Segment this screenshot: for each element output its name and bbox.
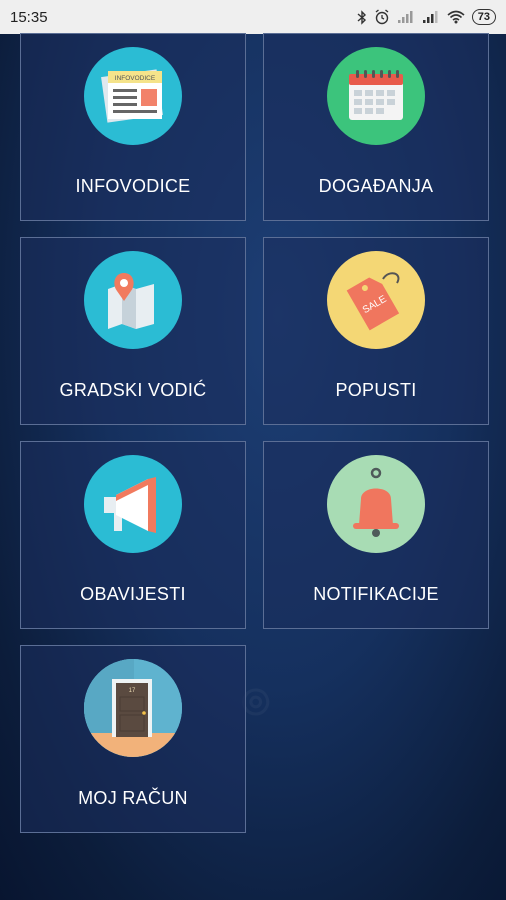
newspaper-icon: INFOVODICE [84, 47, 182, 145]
signal-icon [397, 10, 415, 24]
door-number-text: 17 [129, 688, 136, 694]
tile-obavijesti[interactable]: OBAVIJESTI [20, 441, 246, 629]
tile-notifikacije[interactable]: NOTIFIKACIJE [263, 441, 489, 629]
tile-label-infovodice: INFOVODICE [75, 176, 191, 196]
bluetooth-icon [357, 9, 367, 25]
tile-label-notifikacije: NOTIFIKACIJE [313, 584, 439, 604]
battery-icon: 73 [471, 9, 496, 25]
megaphone-icon [84, 455, 182, 553]
tile-label-popusti: POPUSTI [335, 380, 417, 400]
door-icon: 17 [84, 659, 182, 757]
infovodice-icon-text: INFOVODICE [115, 75, 156, 82]
bell-icon [327, 455, 425, 553]
tile-popusti[interactable]: SALE POPUSTI [263, 237, 489, 425]
tile-label-moj-racun: MOJ RAČUN [78, 788, 188, 808]
alarm-icon [374, 9, 390, 25]
calendar-icon [327, 47, 425, 145]
tile-label-gradski-vodic: GRADSKI VODIĆ [59, 380, 207, 400]
status-time: 15:35 [10, 8, 48, 26]
status-bar: 15:35 73 [0, 0, 506, 34]
tile-label-dogadanja: DOGAĐANJA [318, 176, 434, 196]
tile-moj-racun[interactable]: 17 MOJ RAČUN [20, 645, 246, 833]
map-pin-icon [84, 251, 182, 349]
signal-icon [422, 10, 440, 24]
tile-dogadanja[interactable]: DOGAĐANJA [263, 33, 489, 221]
wifi-icon [447, 10, 465, 24]
tile-infovodice[interactable]: INFOVODICE INFOVODICE [20, 33, 246, 221]
tile-label-obavijesti: OBAVIJESTI [80, 584, 186, 604]
sale-tag-icon: SALE [327, 251, 425, 349]
tile-gradski-vodic[interactable]: GRADSKI VODIĆ [20, 237, 246, 425]
